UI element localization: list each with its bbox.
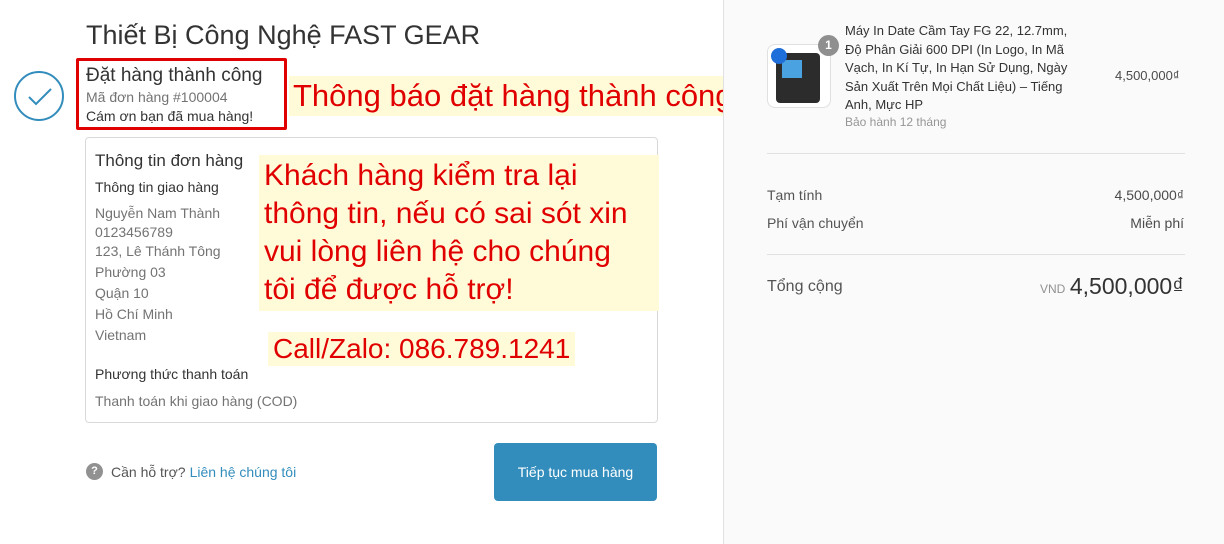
help-row: ? Cần hỗ trợ? Liên hệ chúng tôi: [86, 463, 296, 480]
shipping-street: 123, Lê Thánh Tông: [95, 243, 221, 259]
contact-us-link[interactable]: Liên hệ chúng tôi: [190, 464, 297, 480]
shipping-ward: Phường 03: [95, 264, 166, 280]
quantity-badge: 1: [818, 35, 839, 56]
shipping-district: Quận 10: [95, 285, 149, 301]
payment-method: Thanh toán khi giao hàng (COD): [95, 393, 298, 409]
subtotal-value: 4,500,000₫: [1114, 187, 1184, 203]
check-info-annotation: Khách hàng kiểm tra lại thông tin, nếu c…: [259, 155, 659, 311]
shipping-city: Hồ Chí Minh: [95, 306, 173, 322]
product-name-line: Máy In Date Cầm Tay FG 22, 12.7mm,: [845, 23, 1068, 38]
currency-code: VND: [1040, 282, 1066, 296]
total-value: 4,500,000₫: [1069, 273, 1184, 299]
shipping-info-label: Thông tin giao hàng: [95, 179, 219, 195]
annotation-line: vui lòng liên hệ cho chúng: [264, 235, 611, 268]
annotation-line: thông tin, nếu có sai sót xin: [264, 197, 628, 230]
contact-annotation: Call/Zalo: 086.789.1241: [268, 332, 576, 366]
total-label: Tổng cộng: [767, 278, 843, 295]
annotation-line: Khách hàng kiểm tra lại: [264, 159, 578, 192]
product-name-line: Anh, Mực HP: [845, 97, 924, 112]
shipping-country: Vietnam: [95, 327, 147, 343]
divider: [767, 153, 1185, 154]
product-warranty: Bảo hành 12 tháng: [845, 115, 947, 129]
shipping-fee-label: Phí vận chuyển: [767, 215, 864, 231]
success-title: Đặt hàng thành công: [86, 65, 263, 86]
help-text: Cần hỗ trợ?: [111, 463, 186, 480]
annotation-line: tôi để được hỗ trợ!: [264, 273, 514, 306]
thanks-message: Cám ơn bạn đã mua hàng!: [86, 108, 254, 124]
subtotal-label: Tạm tính: [767, 187, 823, 203]
product-name: Máy In Date Cầm Tay FG 22, 12.7mm, Độ Ph…: [845, 22, 1095, 115]
brand-logo-image: [771, 48, 787, 64]
order-info-title: Thông tin đơn hàng: [95, 151, 244, 170]
printer-screen: [782, 60, 802, 78]
question-icon: ?: [86, 463, 103, 480]
divider: [767, 254, 1185, 255]
main-panel: Thiết Bị Công Nghệ FAST GEAR Đặt hàng th…: [0, 0, 737, 544]
continue-shopping-button[interactable]: Tiếp tục mua hàng: [494, 443, 657, 501]
product-price: 4,500,000₫: [1115, 68, 1180, 83]
payment-method-label: Phương thức thanh toán: [95, 366, 249, 382]
product-name-line: Sản Xuất Trên Mọi Chất Liệu) – Tiếng: [845, 78, 1063, 94]
shipping-fee-value: Miễn phí: [1130, 215, 1184, 231]
check-icon: [14, 71, 64, 121]
order-code: Mã đơn hàng #100004: [86, 89, 228, 105]
shop-title[interactable]: Thiết Bị Công Nghệ FAST GEAR: [86, 20, 480, 51]
success-annotation: Thông báo đặt hàng thành công: [289, 76, 737, 116]
product-name-line: Vạch, In Kí Tự, In Hạn Sử Dụng, Ngày: [845, 60, 1068, 75]
product-name-line: Độ Phân Giải 600 DPI (In Logo, In Mã: [845, 41, 1064, 57]
shipping-phone: 0123456789: [95, 224, 173, 240]
shipping-name: Nguyễn Nam Thành: [95, 205, 221, 221]
